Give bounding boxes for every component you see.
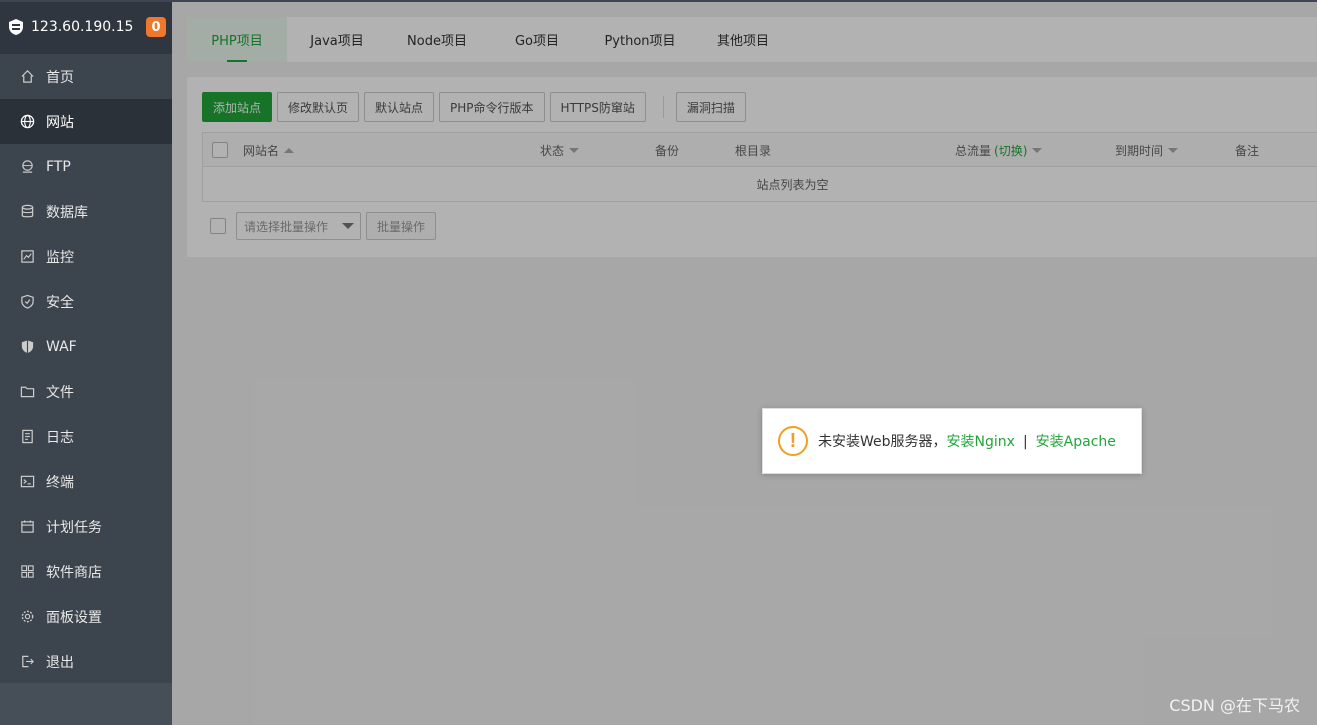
waf-shield-icon <box>20 339 35 354</box>
sidebar-item-label: 软件商店 <box>46 564 102 581</box>
sidebar-item-cron[interactable]: 计划任务 <box>0 504 172 549</box>
server-ip[interactable]: 123.60.190.15 <box>31 19 133 35</box>
modal-overlay[interactable] <box>172 0 1317 725</box>
server-logo-icon <box>9 19 23 35</box>
sidebar-item-label: 日志 <box>46 429 74 446</box>
sidebar-item-label: 面板设置 <box>46 609 102 626</box>
dialog-message: 未安装Web服务器， <box>818 434 947 450</box>
notification-badge[interactable]: 0 <box>146 17 166 37</box>
log-icon <box>20 429 35 444</box>
sidebar-item-website[interactable]: 网站 <box>0 99 172 144</box>
sidebar-item-store[interactable]: 软件商店 <box>0 549 172 594</box>
home-icon <box>20 69 35 84</box>
sidebar: 123.60.190.15 0 首页 网站 FTP 数据库 监控 安全 WAF … <box>0 0 172 725</box>
sidebar-item-ftp[interactable]: FTP <box>0 144 172 189</box>
sidebar-item-terminal[interactable]: 终端 <box>0 459 172 504</box>
sidebar-menu: 首页 网站 FTP 数据库 监控 安全 WAF 文件 日志 终端 计划任务 软件… <box>0 54 172 684</box>
calendar-icon <box>20 519 35 534</box>
sidebar-item-security[interactable]: 安全 <box>0 279 172 324</box>
logout-icon <box>20 654 35 669</box>
sidebar-item-label: 计划任务 <box>46 519 102 536</box>
sidebar-item-logout[interactable]: 退出 <box>0 639 172 684</box>
sidebar-header: 123.60.190.15 0 <box>0 0 172 54</box>
install-nginx-link[interactable]: 安装Nginx <box>947 434 1015 450</box>
shield-icon <box>20 294 35 309</box>
sidebar-item-settings[interactable]: 面板设置 <box>0 594 172 639</box>
sidebar-item-label: FTP <box>46 158 71 175</box>
sidebar-footer <box>0 683 172 725</box>
apps-icon <box>20 564 35 579</box>
globe-icon <box>20 114 35 129</box>
sidebar-item-label: 监控 <box>46 249 74 266</box>
warning-icon: ! <box>778 426 808 456</box>
database-icon <box>20 204 35 219</box>
sidebar-item-label: 退出 <box>46 654 74 671</box>
sidebar-item-monitor[interactable]: 监控 <box>0 234 172 279</box>
dialog-separator: | <box>1022 434 1028 450</box>
sidebar-item-logs[interactable]: 日志 <box>0 414 172 459</box>
install-apache-link[interactable]: 安装Apache <box>1036 434 1116 450</box>
sidebar-item-database[interactable]: 数据库 <box>0 189 172 234</box>
gear-icon <box>20 609 35 624</box>
ftp-icon <box>20 159 35 174</box>
sidebar-item-label: WAF <box>46 338 77 355</box>
sidebar-item-label: 网站 <box>46 114 74 131</box>
terminal-icon <box>20 474 35 489</box>
monitor-icon <box>20 249 35 264</box>
sidebar-item-label: 安全 <box>46 294 74 311</box>
sidebar-item-label: 终端 <box>46 474 74 491</box>
top-border <box>0 0 1317 2</box>
sidebar-item-files[interactable]: 文件 <box>0 369 172 414</box>
folder-icon <box>20 384 35 399</box>
sidebar-item-home[interactable]: 首页 <box>0 54 172 99</box>
sidebar-item-label: 首页 <box>46 69 74 86</box>
csdn-watermark: CSDN @在下马农 <box>1169 696 1300 715</box>
sidebar-item-waf[interactable]: WAF <box>0 324 172 369</box>
sidebar-item-label: 文件 <box>46 384 74 401</box>
web-server-warning-dialog: ! 未安装Web服务器，安装Nginx | 安装Apache <box>762 408 1142 474</box>
dialog-content: 未安装Web服务器，安装Nginx | 安装Apache <box>818 431 1116 451</box>
sidebar-item-label: 数据库 <box>46 204 88 221</box>
